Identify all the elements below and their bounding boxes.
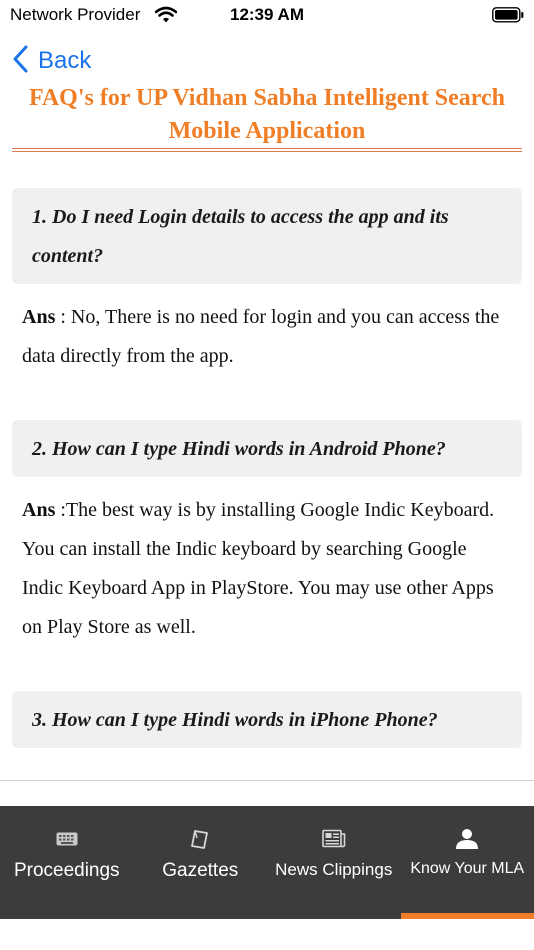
person-icon: [455, 826, 479, 852]
answer-text: :The best way is by installing Google In…: [22, 499, 495, 638]
home-indicator-area: [0, 919, 534, 950]
title-underline: [12, 148, 522, 149]
keyboard-icon: [56, 826, 78, 852]
content-divider: [0, 780, 534, 781]
status-bar: Network Provider 12:39 AM: [0, 0, 534, 32]
tab-news-clippings[interactable]: News Clippings: [267, 806, 401, 919]
page-title: FAQ's for UP Vidhan Sabha Intelligent Se…: [28, 85, 506, 144]
faq-question: 3. How can I type Hindi words in iPhone …: [12, 691, 522, 748]
answer-label: Ans: [22, 306, 56, 328]
faq-answer: [12, 748, 522, 762]
answer-text: : No, There is no need for login and you…: [22, 306, 500, 367]
tab-know-your-mla[interactable]: Know Your MLA: [400, 806, 534, 919]
tab-bar: Proceedings Gazettes News Clippings Know…: [0, 806, 534, 919]
faq-question: 1. Do I need Login details to access the…: [12, 188, 522, 284]
answer-label: Ans: [22, 499, 56, 521]
back-button[interactable]: Back: [12, 44, 91, 78]
newspaper-icon: [321, 826, 346, 852]
title-underline: [12, 151, 522, 152]
tab-label: News Clippings: [275, 860, 393, 879]
tab-proceedings[interactable]: Proceedings: [0, 806, 134, 919]
back-label: Back: [38, 47, 92, 74]
tab-label: Know Your MLA: [410, 860, 525, 877]
tab-label: Gazettes: [162, 860, 239, 881]
faq-answer: Ans : No, There is no need for login and…: [12, 284, 522, 376]
tab-label: Proceedings: [13, 860, 120, 881]
tab-gazettes[interactable]: Gazettes: [134, 806, 268, 919]
status-time: 12:39 AM: [229, 5, 304, 24]
faq-list[interactable]: 1. Do I need Login details to access the…: [12, 188, 522, 780]
faq-answer: Ans :The best way is by installing Googl…: [12, 477, 522, 647]
chevron-left-icon: [12, 45, 28, 78]
battery-icon: [492, 7, 524, 28]
faq-question: 2. How can I type Hindi words in Android…: [12, 420, 522, 477]
document-icon: [189, 826, 211, 852]
